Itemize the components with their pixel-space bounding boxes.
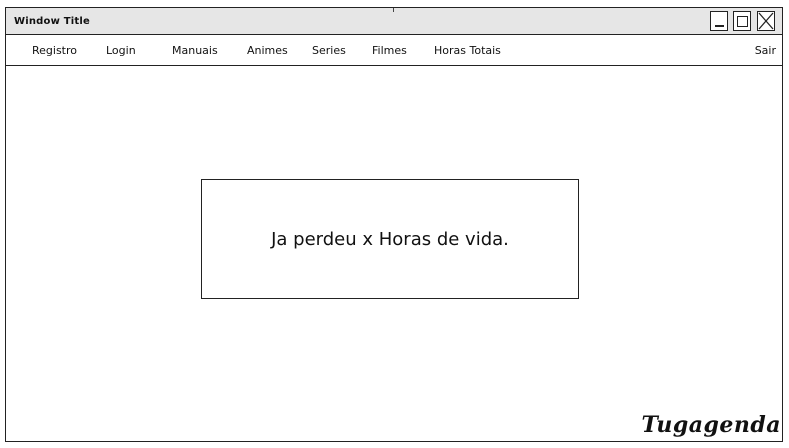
menu-bar: Registro Login Manuais Animes Series Fil… — [6, 35, 782, 66]
hours-message: Ja perdeu x Horas de vida. — [271, 228, 509, 250]
menu-item-animes[interactable]: Animes — [247, 44, 288, 57]
menu-item-horas-totais[interactable]: Horas Totais — [434, 44, 501, 57]
app-window: Window Title Registro Login Manuais Anim… — [5, 7, 783, 442]
menu-item-series[interactable]: Series — [312, 44, 346, 57]
maximize-button[interactable] — [733, 11, 751, 31]
close-icon — [758, 12, 774, 30]
minimize-icon — [714, 25, 724, 27]
window-title: Window Title — [14, 16, 90, 27]
maximize-icon — [736, 15, 748, 27]
title-bar[interactable]: Window Title — [6, 8, 782, 35]
brand-logo: Tugagenda — [641, 412, 781, 438]
menu-item-filmes[interactable]: Filmes — [372, 44, 407, 57]
menu-item-manuais[interactable]: Manuais — [172, 44, 218, 57]
menu-item-login[interactable]: Login — [106, 44, 136, 57]
hours-message-box: Ja perdeu x Horas de vida. — [201, 179, 579, 299]
menu-item-sair[interactable]: Sair — [755, 44, 776, 57]
menu-item-registro[interactable]: Registro — [32, 44, 77, 57]
minimize-button[interactable] — [710, 11, 728, 31]
close-button[interactable] — [757, 11, 775, 31]
title-bar-divider — [393, 8, 394, 12]
